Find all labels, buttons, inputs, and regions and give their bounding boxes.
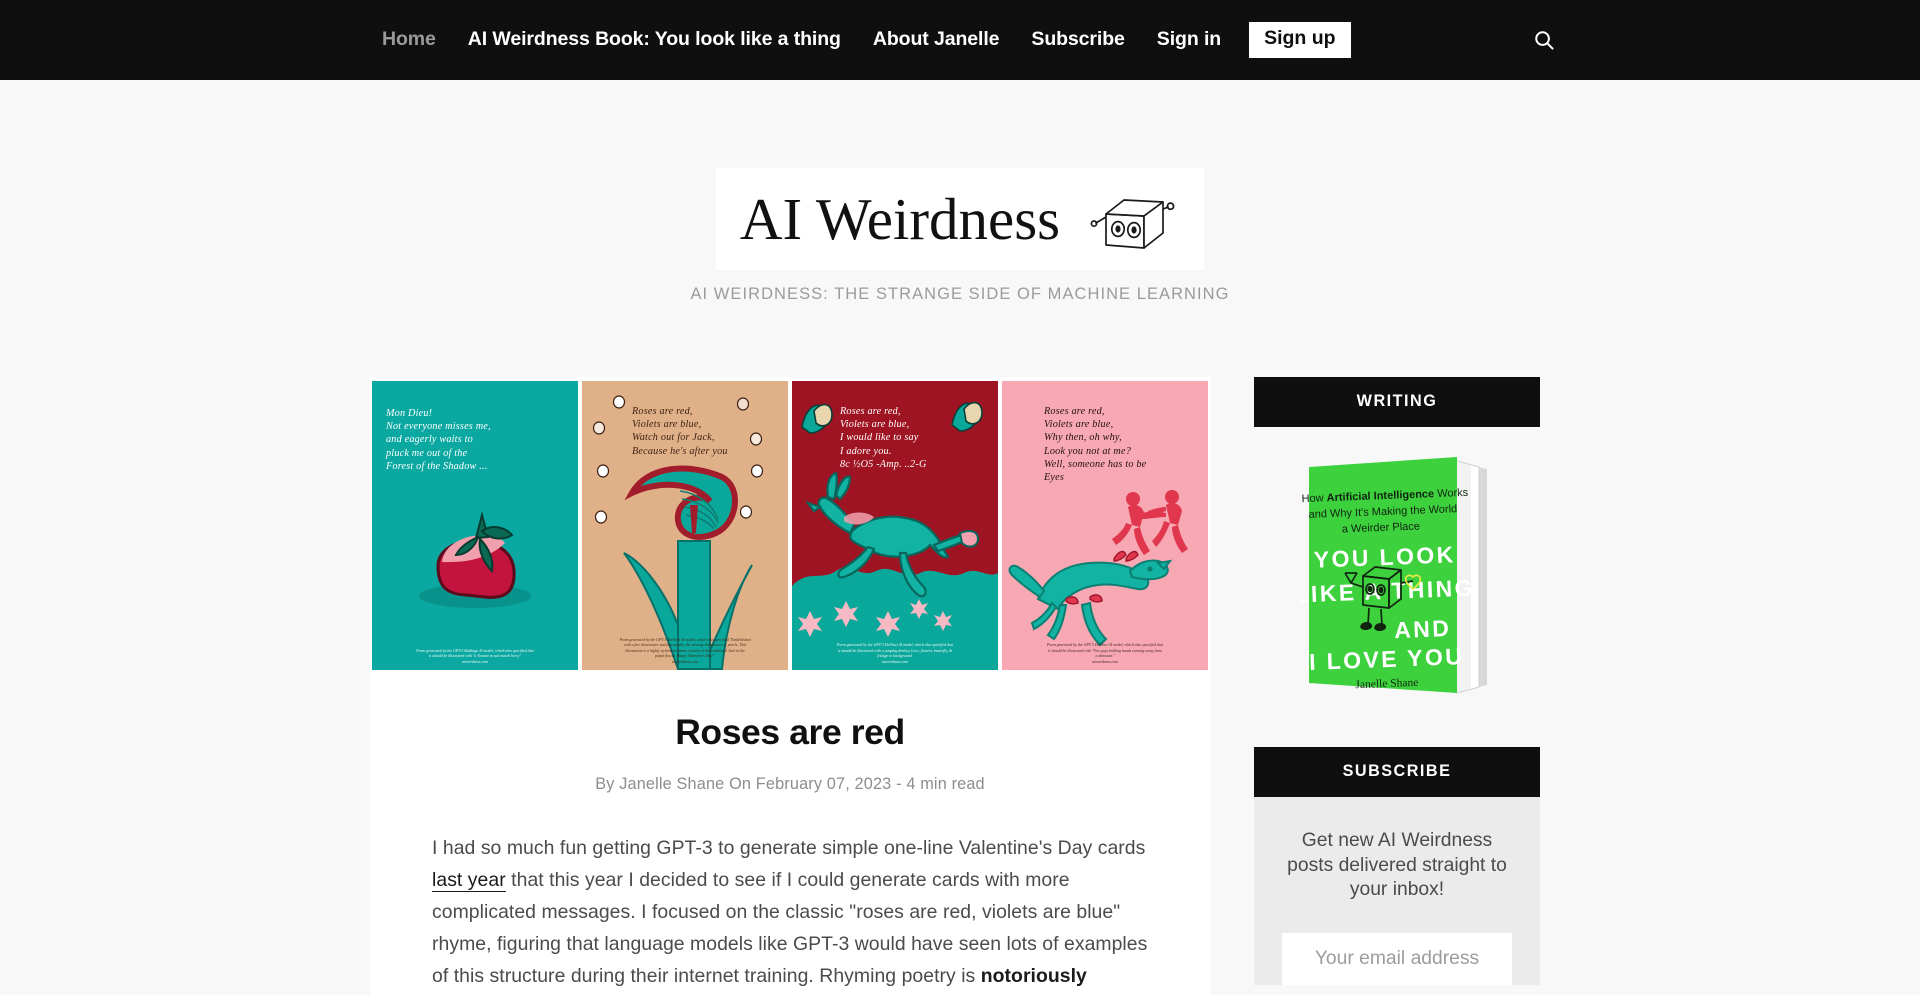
widget-writing-title: Writing (1254, 377, 1540, 427)
post-author-link[interactable]: Janelle Shane (619, 775, 724, 793)
poem-text: Mon Dieu! Not everyone misses me, and ea… (386, 408, 491, 472)
nav-item-about-janelle[interactable]: About Janelle (857, 30, 1016, 50)
book-cover-you-look-like-a-thing: How Artificial Intelligence Works and Wh… (1294, 457, 1487, 694)
poem-text: Roses are red, Violets are blue, I would… (840, 406, 927, 470)
nav-item-ai-weirdness-book[interactable]: AI Weirdness Book: You look like a thing (452, 30, 857, 50)
search-icon (1534, 30, 1554, 50)
content-column: Mon Dieu! Not everyone misses me, and ea… (370, 377, 1210, 995)
nav-item-home[interactable]: Home (366, 30, 452, 50)
book-author: Janelle Shane (1355, 677, 1418, 691)
widget-subscribe-body: Get new AI Weirdness posts delivered str… (1254, 797, 1540, 985)
book-title-line3: AND (1394, 615, 1452, 643)
nav-item-sign-in[interactable]: Sign in (1141, 30, 1237, 50)
book-cover-link[interactable]: How Artificial Intelligence Works and Wh… (1294, 457, 1493, 701)
article-body: Roses are red By Janelle Shane On Februa… (370, 673, 1210, 995)
poem-text: Roses are red, Violets are blue, Why the… (1044, 406, 1147, 484)
post-read-time: 4 min read (906, 774, 985, 793)
post-meta-on: On (729, 774, 752, 793)
widget-writing: Writing How Artificial Intelligence Work… (1254, 377, 1540, 702)
widget-subscribe-title: Subscribe (1254, 747, 1540, 797)
post-title: Roses are red (675, 712, 905, 752)
post-first-paragraph: I had so much fun getting GPT-3 to gener… (432, 832, 1148, 995)
nav-item-subscribe[interactable]: Subscribe (1015, 30, 1140, 50)
post-feature-image[interactable]: Mon Dieu! Not everyone misses me, and ea… (370, 377, 1210, 673)
logo-wordmark: AI Weirdness (739, 185, 1061, 252)
site-logo[interactable]: AI Weirdness (716, 168, 1204, 270)
poem-credit: Poem generated by the GPT-3 DaVinci AI m… (1046, 643, 1164, 664)
widget-writing-body: How Artificial Intelligence Works and Wh… (1254, 427, 1540, 702)
poem-credit: Poem generated by the GPT-3 DaVinci AI m… (836, 643, 954, 664)
subscribe-blurb: Get new AI Weirdness posts delivered str… (1287, 830, 1507, 900)
poem-credit: Poem generated by the GPT-3 DaVinci AI m… (619, 637, 751, 664)
widget-subscribe: Subscribe Get new AI Weirdness posts del… (1254, 747, 1540, 985)
post-meta: By Janelle Shane On February 07, 2023 - … (432, 775, 1148, 794)
poem-text: Roses are red, Violets are blue, Watch o… (632, 406, 728, 457)
poem-card-panel-tomato: Mon Dieu! Not everyone misses me, and ea… (370, 377, 580, 673)
poem-card-panel-dinosaur: Roses are red, Violets are blue, Why the… (1000, 377, 1210, 673)
book-subtitle-line1: How (1301, 492, 1327, 505)
poem-credit: Poem generated by the GPT-3 Babbage AI m… (416, 648, 534, 664)
poem-card-panel-donkey: Roses are red, Violets are blue, I would… (790, 377, 1000, 673)
poem-card-panel-jack-in-the-pulpit: Roses are red, Violets are blue, Watch o… (580, 377, 790, 673)
post-date: February 07, 2023 (755, 774, 892, 793)
search-button[interactable] (1527, 23, 1561, 57)
subscribe-email-input[interactable] (1282, 932, 1512, 985)
site-tagline: AI Weirdness: the strange side of machin… (690, 285, 1230, 303)
sign-up-button[interactable]: Sign up (1249, 22, 1351, 58)
page-layout: Mon Dieu! Not everyone misses me, and ea… (370, 377, 1550, 995)
sidebar: Writing How Artificial Intelligence Work… (1254, 377, 1540, 985)
post-meta-by: By (595, 774, 615, 793)
top-navbar: Home AI Weirdness Book: You look like a … (0, 0, 1920, 80)
article-card: Mon Dieu! Not everyone misses me, and ea… (370, 377, 1210, 995)
paragraph-text-1: I had so much fun getting GPT-3 to gener… (432, 836, 1146, 859)
robot-cube-head-icon (1090, 199, 1175, 249)
last-year-link[interactable]: last year (432, 868, 506, 892)
post-meta-separator: - (896, 774, 902, 793)
primary-nav: Home AI Weirdness Book: You look like a … (366, 22, 1351, 58)
site-header: AI Weirdness AI Weirdness: (0, 80, 1920, 304)
